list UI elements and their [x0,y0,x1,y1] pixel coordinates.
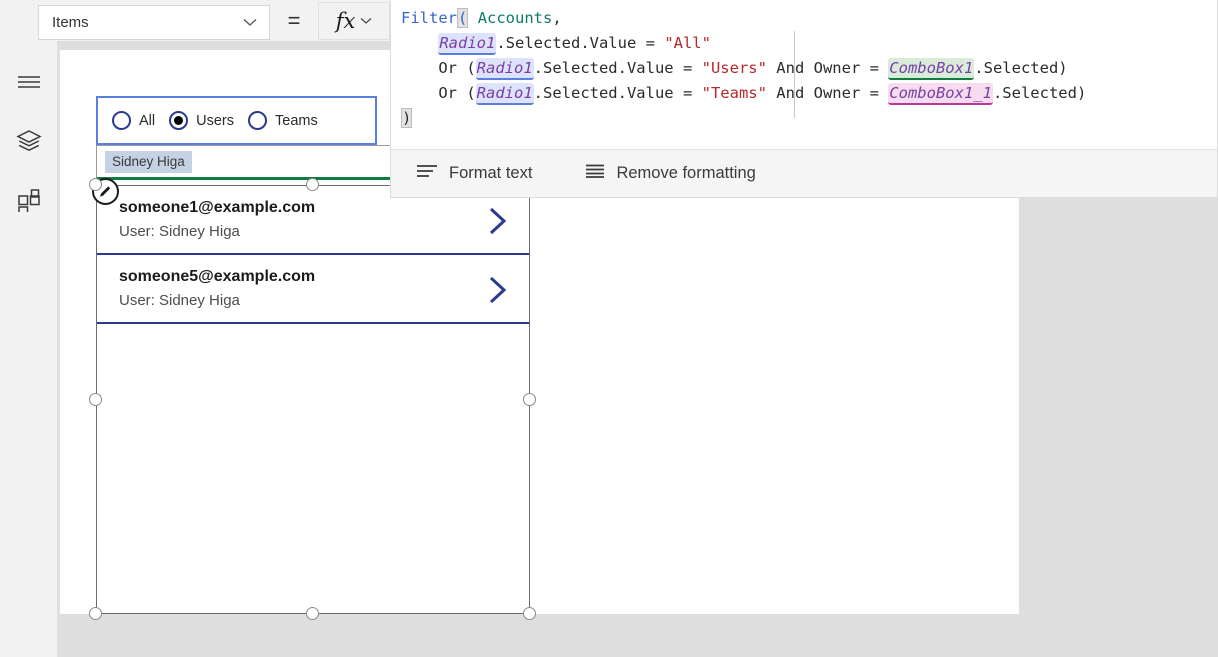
chevron-down-icon [243,18,269,27]
formula-token: And Owner [766,59,870,77]
equals-sign: = [287,8,301,33]
formula-token: Filter [401,9,457,27]
formula-line: Or (Radio1.Selected.Value = "Teams" And … [401,81,1218,106]
formula-token: .Selected) [992,84,1087,102]
indent-guide [794,31,795,118]
fx-label: fx [335,9,356,33]
radio-circle-icon [248,111,267,130]
formula-token: ) [401,108,413,128]
formula-token: "Teams" [701,84,767,102]
formula-bar-panel: Filter( Accounts, Radio1.Selected.Value … [390,0,1218,198]
gallery-item-subtitle: User: Sidney Higa [119,223,240,240]
format-text-icon [416,163,438,184]
chevron-down-icon [360,12,372,30]
format-text-button[interactable]: Format text [416,150,532,198]
formula-token: ( [457,8,469,28]
formula-token: Or ( [401,59,476,77]
formula-token: .Selected.Value [533,84,683,102]
fx-button[interactable]: fx [318,2,390,40]
formula-line: Filter( Accounts, [401,6,1218,31]
formula-token: "Users" [701,59,767,77]
formula-token: ComboBox1 [888,58,975,80]
formula-token: .Selected) [974,59,1068,77]
gallery-item-title: someone1@example.com [119,199,316,216]
formula-token: = [869,84,889,102]
resize-handle-top-center[interactable] [306,178,319,191]
formula-editor[interactable]: Filter( Accounts, Radio1.Selected.Value … [391,0,1218,148]
combobox-selected-chip[interactable]: Sidney Higa [105,150,192,173]
radio-label: Teams [275,112,318,129]
chevron-right-icon[interactable] [487,206,509,241]
left-rail [0,41,58,657]
combobox-control[interactable]: Sidney Higa [96,145,391,180]
property-dropdown-label: Items [52,14,89,31]
resize-handle-middle-left[interactable] [89,393,102,406]
formula-token: .Selected.Value [533,59,683,77]
formula-token: = [645,34,665,52]
resize-handle-bottom-left[interactable] [89,607,102,620]
insert-icon[interactable] [11,182,47,218]
formula-token: Or ( [401,84,476,102]
resize-handle-top-left[interactable] [89,178,102,191]
formula-token: Radio1 [438,33,497,55]
resize-handle-middle-right[interactable] [523,393,536,406]
formula-token [468,9,477,27]
resize-handle-bottom-right[interactable] [523,607,536,620]
menu-icon[interactable] [11,64,47,100]
radio-option-all[interactable]: All [112,111,155,130]
radio-group-control[interactable]: All Users Teams [96,96,377,145]
chevron-right-icon[interactable] [487,275,509,310]
formula-token: "All" [664,34,711,52]
radio-label: All [139,112,156,129]
formula-token: .Selected.Value [496,34,646,52]
formula-line: Or (Radio1.Selected.Value = "Users" And … [401,56,1218,81]
radio-label: Users [196,112,234,129]
remove-formatting-button[interactable]: Remove formatting [585,150,756,198]
remove-formatting-icon [585,163,605,184]
radio-option-users[interactable]: Users [169,111,234,130]
formula-token: ComboBox1_1 [888,83,993,105]
formula-token: = [682,59,702,77]
radio-dot [174,116,184,125]
formula-line: ) [401,106,1218,131]
formula-format-bar: Format text Remove formatting [391,149,1217,197]
resize-handle-bottom-center[interactable] [306,607,319,620]
formula-token: Accounts [477,9,553,27]
remove-formatting-label: Remove formatting [616,164,756,182]
formula-token [401,34,438,52]
gallery-item[interactable]: someone5@example.com User: Sidney Higa [97,255,529,324]
tree-view-icon[interactable] [11,123,47,159]
formula-token: Radio1 [475,83,534,105]
formula-line: Radio1.Selected.Value = "All" [401,31,1218,56]
formula-token: = [869,59,889,77]
formula-token: , [552,9,562,27]
property-dropdown[interactable]: Items [38,5,270,40]
formula-token: And Owner [766,84,870,102]
gallery-item-title: someone5@example.com [119,268,316,285]
formula-token: = [682,84,702,102]
gallery-control[interactable]: someone1@example.com User: Sidney Higa s… [92,178,530,614]
formula-token: Radio1 [475,58,534,80]
radio-circle-selected-icon [169,111,189,130]
radio-option-teams[interactable]: Teams [248,111,318,130]
gallery-item-subtitle: User: Sidney Higa [119,292,240,309]
radio-circle-icon [112,111,131,130]
format-text-label: Format text [449,164,533,182]
